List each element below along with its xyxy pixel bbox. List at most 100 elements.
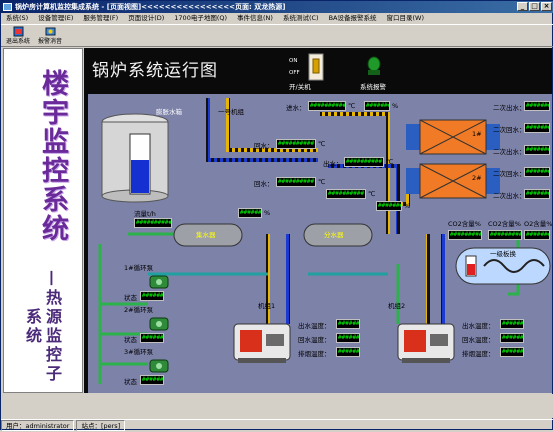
exit-icon <box>13 26 23 37</box>
page-title: 锅炉系统运行图 <box>92 61 218 81</box>
o2-value: ########## <box>524 230 550 240</box>
pump1-state-label: 状态 <box>124 294 137 302</box>
hx1-second-out-label: 二次出水： <box>493 104 526 112</box>
alarm-mute-icon <box>45 27 55 36</box>
hx1-second-back-value: ########## <box>524 123 550 133</box>
status-user: 用户：administrator <box>1 420 75 431</box>
makeup-flow-label: 流量t/h <box>134 210 156 218</box>
boiler2-out-value: ########## <box>500 319 524 329</box>
hx2-extra-value: ########## <box>326 189 366 199</box>
makeup-flow-value: ########## <box>134 218 172 228</box>
left-title: 楼宇监控系统 <box>37 69 68 243</box>
unit1-label: 一号机组 <box>218 108 244 116</box>
unit-degc: ℃ <box>318 140 326 148</box>
hx2-second-out-value-b: ########## <box>524 189 550 199</box>
pump2-state-label: 状态 <box>124 336 137 344</box>
boiler1-out-label: 出水温度： <box>298 322 331 330</box>
unit-degc: ℃ <box>368 190 376 198</box>
boiler2-label: 机组2 <box>388 302 406 310</box>
boiler-2 <box>397 323 455 363</box>
boiler-diagram-view: 锅炉系统运行图 ON OFF 开/关机 系统报警 膨胀水箱 一号机组 进水： #… <box>84 48 552 393</box>
status-bar: 用户：administrator 站点：[pers] <box>1 419 553 431</box>
hx2-out-label: 出水： <box>323 160 343 168</box>
alarm-light-icon <box>367 56 381 75</box>
co2-value-2: ########## <box>488 230 522 240</box>
menu-ba-alarm[interactable]: BA设备报警系统 <box>324 13 382 24</box>
unit-percent: % <box>404 202 411 210</box>
view-footer <box>1 394 553 418</box>
pump2-state-value: ########## <box>140 333 164 343</box>
minimize-button[interactable]: _ <box>517 2 528 11</box>
status-site: 站点：[pers] <box>76 420 126 431</box>
boiler2-back-label: 回水温度： <box>462 336 495 344</box>
heat-exchanger-1 <box>406 119 500 155</box>
hx1-second-back-label: 二次回水： <box>493 126 526 134</box>
window-title: 锅炉房计算机监控集成系统 - [页面视图]<<<<<<<<<<<<<<<<页面:… <box>15 3 286 11</box>
hx1-return-value: ########## <box>276 139 316 149</box>
unit-degc: ℃ <box>386 158 394 166</box>
pump2-label: 2#循环泵 <box>124 306 154 314</box>
collector1-label: 集水器 <box>196 231 216 239</box>
valve1-value: ########## <box>238 208 262 218</box>
system-alarm-label: 系统报警 <box>360 83 386 91</box>
hx2-second-back-label: 二次回水： <box>493 170 526 178</box>
hx2-tag: 2# <box>472 174 482 182</box>
boiler1-out-value: ########## <box>336 319 360 329</box>
boiler2-back-value: ########## <box>500 333 524 343</box>
boiler1-flue-value: ########## <box>336 347 360 357</box>
hx1-supply-label: 进水： <box>286 104 306 112</box>
boiler2-flue-value: ########## <box>500 347 524 357</box>
menu-events[interactable]: 事件信息(N) <box>232 13 278 24</box>
unit-percent: % <box>392 102 399 110</box>
unit-degc: ℃ <box>318 178 326 186</box>
pump-3-icon[interactable] <box>148 358 170 374</box>
menu-window[interactable]: 窗口目录(W) <box>381 13 429 24</box>
pump-1-icon[interactable] <box>148 274 170 290</box>
close-button[interactable]: × <box>541 2 552 11</box>
exit-system-button[interactable]: 退出系统 <box>5 25 31 47</box>
main-window: 锅炉房计算机监控集成系统 - [页面视图]<<<<<<<<<<<<<<<<页面:… <box>0 0 553 431</box>
pump3-label: 3#循环泵 <box>124 348 154 356</box>
hx2-second-out-label-b: 二次出水： <box>493 192 526 200</box>
menu-system[interactable]: 系统(S) <box>1 13 33 24</box>
maximize-button[interactable]: □ <box>529 2 540 11</box>
boiler2-out-label: 出水温度： <box>462 322 495 330</box>
app-icon <box>3 3 12 11</box>
boiler1-back-value: ########## <box>336 333 360 343</box>
menu-map[interactable]: 1700电子地图(Q) <box>169 13 232 24</box>
menu-test[interactable]: 系统测试(C) <box>278 13 324 24</box>
power-switch[interactable] <box>308 53 324 81</box>
pump1-state-value: ########## <box>140 291 164 301</box>
hx1-return-label: 回水： <box>254 142 274 150</box>
heat-exchanger-2 <box>406 163 500 199</box>
plate-hx-label: 一级板换 <box>490 250 516 258</box>
boiler-1 <box>233 323 291 363</box>
co2-label-1: CO2含量% <box>448 220 481 228</box>
unit-percent: % <box>264 209 271 217</box>
hx2-out-value: ########## <box>344 157 384 167</box>
pump3-state-label: 状态 <box>124 378 137 386</box>
boiler1-label: 机组1 <box>258 302 276 310</box>
pump-2-icon[interactable] <box>148 316 170 332</box>
hx1-tag: 1# <box>472 130 482 138</box>
boiler1-flue-label: 排烟温度： <box>298 350 331 358</box>
boiler1-back-label: 回水温度： <box>298 336 331 344</box>
hx1-supply-value: ########## <box>308 101 346 111</box>
hx2-second-back-value: ########## <box>524 167 550 177</box>
menu-equipment[interactable]: 设备管理(E) <box>33 13 78 24</box>
switch-on-label: ON <box>289 58 298 64</box>
hx2-return-value: ########## <box>276 177 316 187</box>
alarm-mute-button[interactable]: 报警消音 <box>37 25 63 47</box>
expansion-tank <box>101 113 169 203</box>
pump1-label: 1#循环泵 <box>124 264 154 272</box>
left-title-panel: 楼宇监控系统 —热源监控子系统 <box>3 48 83 393</box>
menu-service[interactable]: 服务管理(F) <box>78 13 123 24</box>
hx2-second-out-label: 二次出水： <box>493 148 526 156</box>
menu-page-design[interactable]: 页面设计(D) <box>123 13 169 24</box>
left-subtitle: —热源监控子系统 <box>23 269 62 384</box>
valve2-value: ########## <box>376 201 402 211</box>
co2-label-2: CO2含量% <box>488 220 521 228</box>
menu-bar: 系统(S) 设备管理(E) 服务管理(F) 页面设计(D) 1700电子地图(Q… <box>1 13 553 24</box>
hx2-return-label: 回水： <box>254 180 274 188</box>
co2-value-1: ########## <box>448 230 482 240</box>
